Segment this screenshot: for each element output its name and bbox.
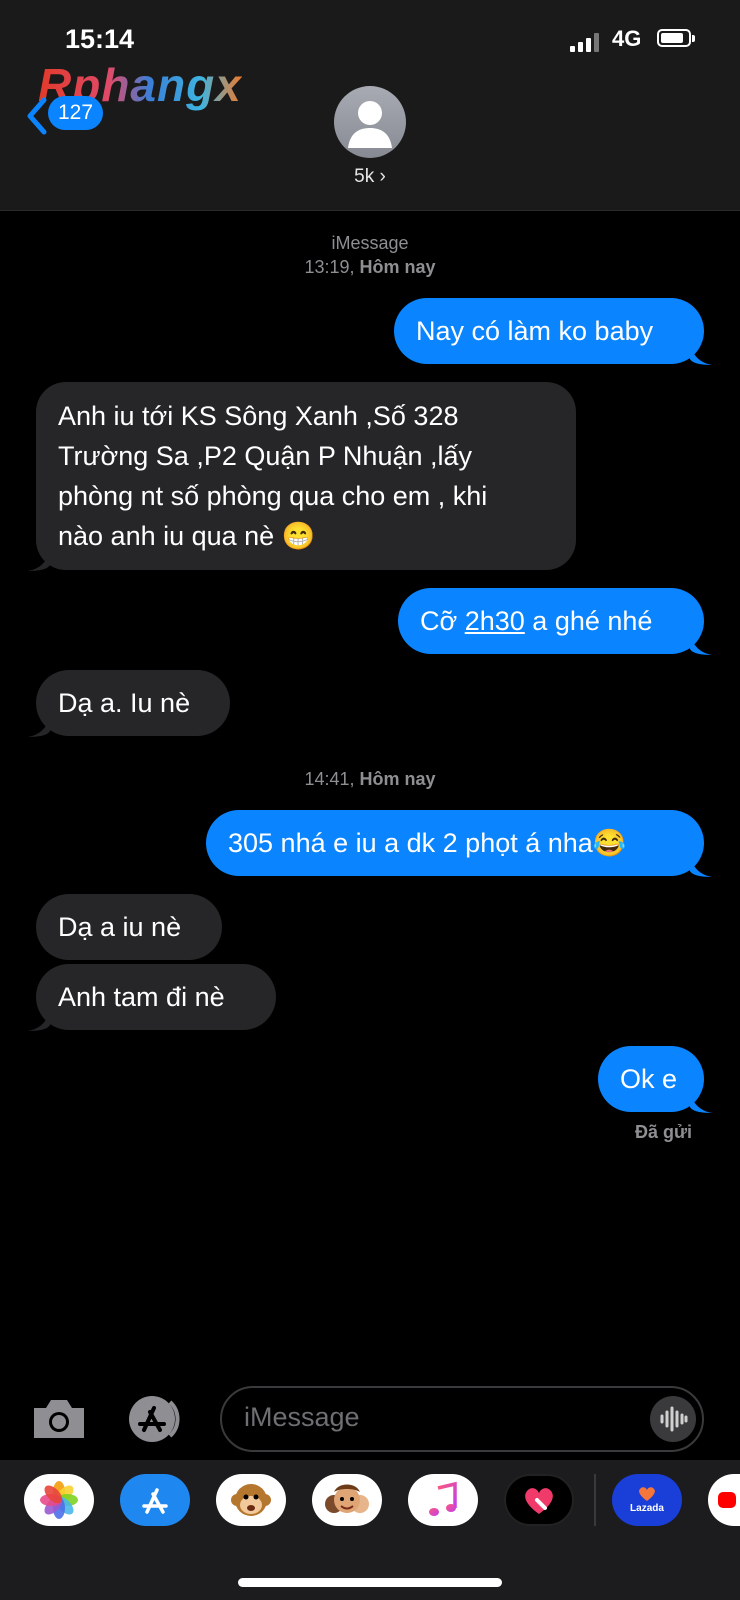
message-bubble-incoming[interactable]: Dạ a. Iu nè (28, 670, 230, 737)
message-text: Cỡ (420, 606, 465, 636)
heart-glyph (525, 1488, 553, 1514)
bubble-tail (690, 343, 712, 365)
message-line: Anh iu tới KS Sông Xanh ,Số 328 (58, 401, 459, 431)
monkey-memoji-icon[interactable] (216, 1474, 286, 1526)
message-bubble-outgoing[interactable]: Nay có làm ko baby (394, 298, 712, 365)
lazada-icon[interactable]: Lazada (612, 1474, 682, 1526)
app-store-button-icon[interactable] (124, 1394, 186, 1444)
digital-touch-icon[interactable] (504, 1474, 574, 1526)
home-indicator[interactable] (238, 1578, 502, 1587)
lazada-label: Lazada (630, 1503, 664, 1514)
timestamp: 14:41, Hôm nay (304, 769, 436, 789)
signal-icon (570, 32, 599, 52)
app-store-icon[interactable] (120, 1474, 190, 1526)
person-icon (348, 101, 392, 148)
music-icon[interactable] (408, 1474, 478, 1526)
message-bubble-outgoing[interactable]: Ok e (598, 1046, 712, 1113)
message-text: Dạ a iu nè (58, 912, 182, 942)
audio-waveform-icon[interactable] (650, 1396, 696, 1442)
message-text: Anh tam đi nè (58, 982, 225, 1012)
message-line: phòng nt số phòng qua cho em , khi (58, 481, 488, 511)
message-line: Trường Sa ,P2 Quận P Nhuận ,lấy (58, 441, 473, 471)
app-store-glyph (142, 1488, 168, 1514)
delivery-status: Đã gửi (634, 1122, 692, 1142)
message-bubble-incoming[interactable]: Anh tam đi nè (28, 964, 276, 1031)
youtube-glyph (718, 1492, 736, 1508)
battery-icon (657, 29, 695, 47)
drawer-divider (594, 1474, 596, 1526)
message-bubble-outgoing[interactable]: Cỡ 2h30 a ghé nhé (398, 588, 712, 655)
back-unread-badge[interactable]: 127 (48, 96, 104, 130)
bubble-tail (690, 855, 712, 877)
timestamp: 13:19, Hôm nay (304, 257, 436, 277)
message-input-placeholder: iMessage (244, 1402, 360, 1432)
bubble-tail (28, 715, 50, 737)
message-bubble-outgoing[interactable]: 305 nhá e iu a dk 2 phọt á nha😂 (206, 810, 712, 877)
message-input[interactable]: iMessage (220, 1386, 704, 1452)
photos-flower (40, 1481, 78, 1519)
bubble-tail (28, 1009, 50, 1031)
message-text: Nay có làm ko baby (416, 316, 654, 346)
memoji-icon[interactable] (312, 1474, 382, 1526)
music-note (429, 1481, 457, 1516)
message-text: 305 nhá e iu a dk 2 phọt á nha😂 (228, 828, 627, 858)
time-link[interactable]: 2h30 (465, 606, 525, 636)
message-line: nào anh iu qua nè 😁 (58, 521, 316, 551)
message-bubble-incoming[interactable]: Dạ a iu nè (36, 894, 222, 960)
bubble-tail (690, 633, 712, 655)
network-label: 4G (612, 26, 642, 51)
service-label: iMessage (331, 233, 409, 253)
contact-avatar[interactable] (334, 86, 406, 158)
photos-icon[interactable] (24, 1474, 94, 1526)
bubble-tail (690, 1091, 712, 1113)
status-time: 15:14 (65, 24, 135, 54)
message-text: a ghé nhé (524, 606, 653, 636)
contact-name[interactable]: 5k › (0, 166, 740, 188)
camera-icon[interactable] (30, 1396, 88, 1442)
lazada-heart (639, 1487, 655, 1501)
memoji-faces (325, 1484, 369, 1513)
waveform-glyph (660, 1406, 688, 1432)
monkey-face (231, 1484, 271, 1516)
message-text: Ok e (620, 1064, 678, 1094)
message-text: Dạ a. Iu nè (58, 688, 191, 718)
bubble-tail (28, 549, 50, 571)
message-bubble-incoming[interactable]: Anh iu tới KS Sông Xanh ,Số 328 Trường S… (28, 382, 576, 571)
